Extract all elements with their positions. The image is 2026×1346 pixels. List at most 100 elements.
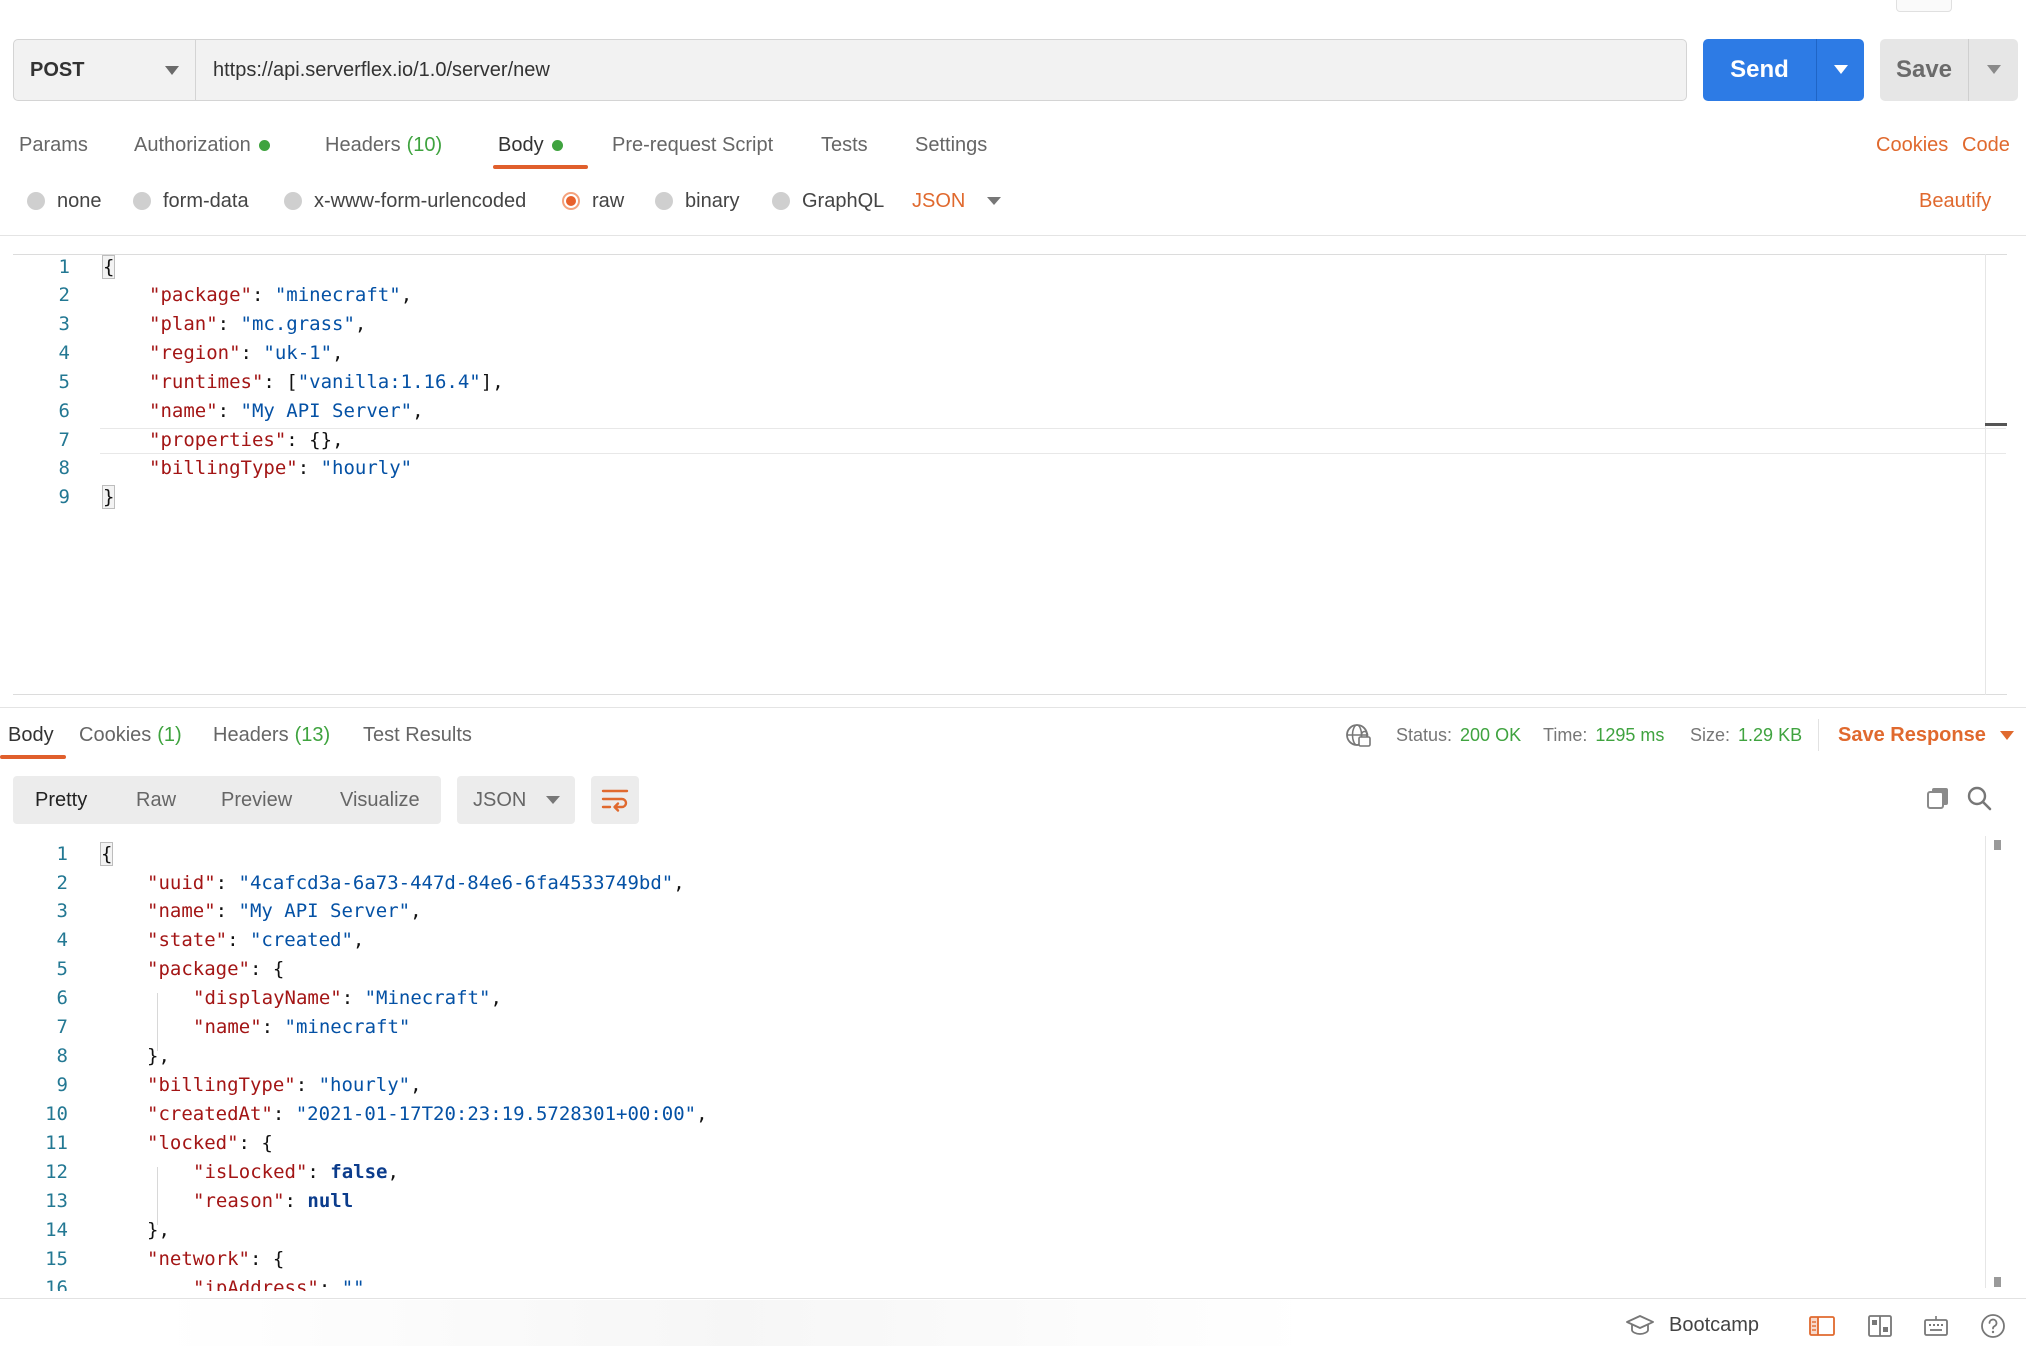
tab-authorization-label: Authorization	[134, 133, 251, 156]
beautify-label: Beautify	[1919, 189, 1992, 212]
radio-graphql[interactable]: GraphQL	[772, 188, 884, 214]
code-line: "region": "uk-1",	[149, 342, 344, 364]
json-string: "2021-01-17T20:23:19.5728301+00:00"	[295, 1103, 697, 1125]
line-number: 2	[56, 872, 68, 894]
tab-authorization[interactable]: Authorization	[134, 130, 270, 160]
active-tab-indicator	[493, 165, 588, 169]
layout-button[interactable]	[1864, 1310, 1896, 1342]
keyboard-shortcuts-button[interactable]	[1920, 1310, 1952, 1342]
send-dropdown-button[interactable]	[1816, 39, 1864, 101]
line-number: 9	[58, 486, 70, 508]
view-preview[interactable]: Preview	[221, 776, 292, 824]
view-preview-label: Preview	[221, 788, 293, 811]
response-tab-headers[interactable]: Headers (13)	[213, 720, 330, 750]
view-pretty[interactable]: Pretty	[35, 776, 87, 824]
response-scrollbar-track[interactable]	[1985, 836, 1986, 1288]
save-button[interactable]: Save	[1880, 39, 1968, 101]
two-pane-view-button[interactable]	[1806, 1310, 1838, 1342]
code-line: "name": "My API Server",	[149, 400, 424, 422]
response-time: Time: 1295 ms	[1543, 720, 1664, 750]
radio-raw-label: raw	[592, 189, 625, 212]
tab-body-label: Body	[498, 133, 544, 156]
top-corner-button[interactable]	[1896, 0, 1952, 12]
tab-tests[interactable]: Tests	[821, 130, 868, 160]
json-string: "hourly"	[320, 457, 413, 479]
cookies-link[interactable]: Cookies	[1876, 130, 1948, 160]
response-tab-body[interactable]: Body	[8, 720, 54, 750]
tab-body[interactable]: Body	[498, 130, 563, 160]
line-number: 8	[56, 1045, 68, 1067]
radio-none[interactable]: none	[27, 188, 102, 214]
response-tab-test-results-label: Test Results	[363, 723, 472, 746]
json-key: "createdAt"	[147, 1103, 273, 1125]
scroll-down-marker[interactable]	[1994, 1277, 2001, 1287]
body-format-select[interactable]: JSON	[912, 188, 1002, 214]
view-visualize[interactable]: Visualize	[340, 776, 420, 824]
graduation-cap-icon	[1626, 1315, 1654, 1335]
tab-settings[interactable]: Settings	[915, 130, 987, 160]
scroll-up-marker[interactable]	[1994, 840, 2001, 850]
json-string: "minecraft"	[284, 1016, 411, 1038]
method-select[interactable]: POST	[13, 39, 196, 101]
code-line: "ipAddress": ""	[193, 1277, 365, 1291]
copy-button[interactable]	[1922, 782, 1954, 814]
chevron-down-icon	[1987, 65, 2001, 74]
current-line-highlight	[100, 428, 2006, 454]
code-link[interactable]: Code	[1962, 130, 2010, 160]
body-format-value: JSON	[912, 189, 966, 212]
tab-pre-request-script[interactable]: Pre-request Script	[612, 130, 773, 160]
json-key: "name"	[193, 1016, 262, 1038]
beautify-button[interactable]: Beautify	[1919, 188, 1991, 214]
line-number: 1	[56, 843, 68, 865]
radio-raw[interactable]: raw	[562, 188, 624, 214]
tab-headers-label: Headers	[325, 133, 401, 156]
response-tab-cookies[interactable]: Cookies (1)	[79, 720, 182, 750]
radio-circle-icon	[133, 192, 151, 210]
json-string: ""	[341, 1277, 365, 1291]
response-tab-test-results[interactable]: Test Results	[363, 720, 472, 750]
wrap-lines-button[interactable]	[591, 776, 639, 824]
tab-params[interactable]: Params	[19, 130, 88, 160]
radio-binary[interactable]: binary	[655, 188, 739, 214]
code-line: {	[99, 842, 114, 866]
tab-headers[interactable]: Headers (10)	[325, 130, 442, 160]
status-label: Status:	[1396, 724, 1453, 745]
response-headers-count: (13)	[294, 723, 331, 746]
response-tab-headers-label: Headers	[213, 723, 289, 746]
json-key: "name"	[149, 400, 218, 422]
radio-binary-label: binary	[685, 189, 740, 212]
json-string: "My API Server"	[240, 400, 413, 422]
json-string: "4cafcd3a-6a73-447d-84e6-6fa4533749bd"	[238, 872, 674, 894]
line-number: 4	[56, 929, 68, 951]
bootcamp-button[interactable]: Bootcamp	[1625, 1310, 1759, 1340]
tab-params-label: Params	[19, 133, 88, 156]
divider	[1818, 719, 1819, 751]
view-visualize-label: Visualize	[340, 788, 420, 811]
code-line: "package": "minecraft",	[149, 284, 413, 306]
radio-form-data[interactable]: form-data	[133, 188, 249, 214]
search-button[interactable]	[1963, 782, 1995, 814]
save-dropdown-button[interactable]	[1968, 39, 2018, 101]
save-response-button[interactable]: Save Response	[1838, 720, 2014, 750]
help-button[interactable]	[1977, 1310, 2009, 1342]
divider	[0, 235, 2026, 236]
globe-icon[interactable]	[1344, 722, 1372, 750]
code-line: "uuid": "4cafcd3a-6a73-447d-84e6-6fa4533…	[147, 872, 685, 894]
bracket-match: }	[101, 485, 116, 509]
method-label: POST	[30, 58, 85, 81]
line-number: 6	[56, 987, 68, 1009]
url-input[interactable]: https://api.serverflex.io/1.0/server/new	[196, 39, 1687, 101]
line-number: 16	[45, 1277, 68, 1291]
json-key: "package"	[149, 284, 252, 306]
send-button[interactable]: Send	[1703, 39, 1816, 101]
tab-headers-count: (10)	[406, 133, 443, 156]
json-key: "state"	[147, 929, 228, 951]
response-format-select[interactable]: JSON	[457, 776, 575, 824]
json-null: null	[307, 1190, 354, 1212]
json-key: "runtimes"	[149, 371, 264, 393]
view-raw[interactable]: Raw	[136, 776, 176, 824]
line-number: 14	[45, 1219, 68, 1241]
line-number: 13	[45, 1190, 68, 1212]
radio-urlencoded[interactable]: x-www-form-urlencoded	[284, 188, 526, 214]
editor-scrollbar-track[interactable]	[1985, 254, 1986, 695]
